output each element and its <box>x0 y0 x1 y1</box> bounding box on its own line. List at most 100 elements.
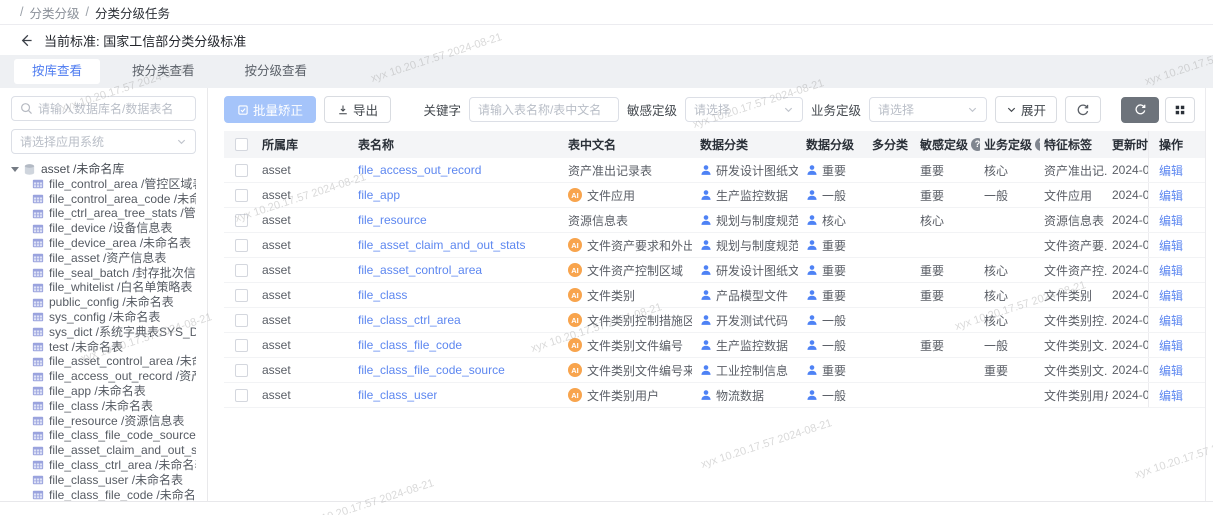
tree-item[interactable]: file_access_out_record /资产准出记... <box>32 369 196 384</box>
cell-data-grade: 一般 <box>822 187 846 204</box>
edit-link[interactable]: 编辑 <box>1159 337 1183 354</box>
info-icon[interactable] <box>971 138 980 151</box>
sensitive-grade-select[interactable]: 请选择 <box>685 97 803 122</box>
batch-correct-button[interactable]: 批量矫正 <box>224 96 316 123</box>
table-name-link[interactable]: file_asset_claim_and_out_stats <box>358 238 525 252</box>
edit-link[interactable]: 编辑 <box>1159 287 1183 304</box>
table-name-link[interactable]: file_resource <box>358 213 427 227</box>
cell-sensitive-grade: 核心 <box>916 212 980 229</box>
cell-update-time: 2024-08 <box>1108 238 1148 252</box>
table-icon <box>32 415 44 427</box>
table-name-link[interactable]: file_class_file_code_source <box>358 363 505 377</box>
table-name-link[interactable]: file_asset_control_area <box>358 263 482 277</box>
expand-filters-button[interactable]: 展开 <box>995 96 1057 123</box>
cell-feature-tag: 文件资产控.. <box>1040 262 1108 279</box>
row-checkbox[interactable] <box>235 264 248 277</box>
expand-caret-icon[interactable] <box>11 167 19 172</box>
sidebar-search-input[interactable] <box>38 102 187 116</box>
person-icon <box>806 264 818 276</box>
table-icon <box>32 474 44 486</box>
tree-item[interactable]: file_class /未命名表 <box>32 399 196 414</box>
row-checkbox[interactable] <box>235 364 248 377</box>
tree-item[interactable]: file_asset /资产信息表 <box>32 251 196 266</box>
refresh-button[interactable] <box>1065 96 1101 123</box>
tree-item[interactable]: file_device /设备信息表 <box>32 221 196 236</box>
cell-feature-tag: 文件类别文.. <box>1040 337 1108 354</box>
row-checkbox[interactable] <box>235 389 248 402</box>
edit-link[interactable]: 编辑 <box>1159 312 1183 329</box>
ai-icon: AI <box>568 288 582 302</box>
tables-table: 所属库 表名称 表中文名 数据分类 数据分级 多分类 敏感定级 业务定级 特征标… <box>224 131 1205 408</box>
back-button[interactable] <box>14 29 36 51</box>
table-name-link[interactable]: file_class_ctrl_area <box>358 313 461 327</box>
tree-item[interactable]: file_device_area /未命名表 <box>32 236 196 251</box>
tree-item[interactable]: public_config /未命名表 <box>32 295 196 310</box>
row-checkbox[interactable] <box>235 314 248 327</box>
table-name-link[interactable]: file_access_out_record <box>358 163 481 177</box>
tree-item[interactable]: file_class_ctrl_area /未命名表 <box>32 458 196 473</box>
tree-item[interactable]: sys_config /未命名表 <box>32 310 196 325</box>
export-button[interactable]: 导出 <box>324 96 391 123</box>
tree-item[interactable]: file_class_user /未命名表 <box>32 473 196 488</box>
row-checkbox[interactable] <box>235 189 248 202</box>
keyword-input[interactable] <box>469 97 619 122</box>
person-icon <box>700 364 712 376</box>
cell-data-classification: 物流数据 <box>716 387 764 404</box>
table-name-link[interactable]: file_app <box>358 188 400 202</box>
tree-item[interactable]: file_control_area /管控区域表 <box>32 177 196 192</box>
row-checkbox[interactable] <box>235 164 248 177</box>
person-icon <box>806 239 818 251</box>
app-system-select[interactable]: 请选择应用系统 <box>11 129 196 154</box>
business-grade-select[interactable]: 请选择 <box>869 97 987 122</box>
tree-item[interactable]: test /未命名表 <box>32 340 196 355</box>
cell-business-grade: 一般 <box>980 337 1040 354</box>
tree-item[interactable]: sys_dict /系统字典表SYS_DICT <box>32 325 196 340</box>
edit-link[interactable]: 编辑 <box>1159 387 1183 404</box>
ai-icon: AI <box>568 388 582 402</box>
cell-data-classification: 研发设计图纸文档 <box>716 162 798 179</box>
row-checkbox[interactable] <box>235 239 248 252</box>
grid-view-button[interactable] <box>1165 97 1195 123</box>
tree-item[interactable]: file_asset_claim_and_out_stats /未... <box>32 443 196 458</box>
tree-item[interactable]: file_ctrl_area_tree_stats /管控区域... <box>32 206 196 221</box>
table-name-link[interactable]: file_class_file_code <box>358 338 462 352</box>
tree-item[interactable]: file_seal_batch /封存批次信息表（... <box>32 266 196 281</box>
edit-link[interactable]: 编辑 <box>1159 212 1183 229</box>
tree-root-asset[interactable]: asset /未命名库 <box>11 162 196 177</box>
cell-business-grade: 核心 <box>980 162 1040 179</box>
edit-link[interactable]: 编辑 <box>1159 362 1183 379</box>
tree-item[interactable]: file_app /未命名表 <box>32 384 196 399</box>
row-checkbox[interactable] <box>235 214 248 227</box>
edit-link[interactable]: 编辑 <box>1159 262 1183 279</box>
cell-table-cn-name: 文件资产控制区域 <box>587 262 683 279</box>
person-icon <box>700 289 712 301</box>
cell-table-cn-name: 文件类别文件编号来源 <box>587 362 692 379</box>
table-icon <box>32 311 44 323</box>
select-all-checkbox[interactable] <box>235 138 248 151</box>
database-sidebar: 请选择应用系统 asset /未命名库 file_control_area /管… <box>0 88 208 501</box>
table-name-link[interactable]: file_class <box>358 288 407 302</box>
list-view-toggle-button[interactable] <box>1121 97 1159 123</box>
scrollbar-track[interactable] <box>1205 88 1213 501</box>
tab-by-database[interactable]: 按库查看 <box>14 59 100 84</box>
tree-item[interactable]: file_whitelist /白名单策略表 <box>32 280 196 295</box>
edit-link[interactable]: 编辑 <box>1159 162 1183 179</box>
tab-by-grade[interactable]: 按分级查看 <box>227 59 326 84</box>
tab-by-classification[interactable]: 按分类查看 <box>114 59 213 84</box>
breadcrumb-item-classification[interactable]: 分类分级 <box>29 3 79 22</box>
row-checkbox[interactable] <box>235 339 248 352</box>
edit-link[interactable]: 编辑 <box>1159 187 1183 204</box>
tree-item[interactable]: file_control_area_code /未命名表 <box>32 192 196 207</box>
row-checkbox[interactable] <box>235 289 248 302</box>
col-operation: 操作 <box>1148 131 1204 158</box>
app-system-select-placeholder: 请选择应用系统 <box>20 133 104 150</box>
col-business-grade: 业务定级 <box>980 136 1040 153</box>
table-name-link[interactable]: file_class_user <box>358 388 437 402</box>
tree-item[interactable]: file_class_file_code /未命名表 <box>32 488 196 501</box>
tree-item[interactable]: file_class_file_code_source /未命名表 <box>32 428 196 443</box>
edit-link[interactable]: 编辑 <box>1159 237 1183 254</box>
cell-data-grade: 重要 <box>822 262 846 279</box>
table-body: asset file_access_out_record AI 资产准出记录表 … <box>224 158 1205 408</box>
tree-item[interactable]: file_resource /资源信息表 <box>32 414 196 429</box>
tree-item[interactable]: file_asset_control_area /未命名表 <box>32 354 196 369</box>
